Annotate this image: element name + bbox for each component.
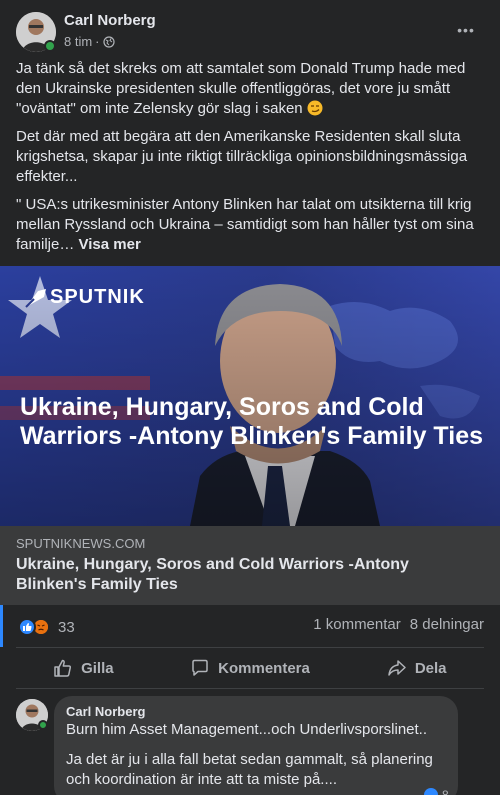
like-button[interactable]: Gilla bbox=[0, 648, 167, 688]
reaction-count: 33 bbox=[58, 618, 75, 636]
link-title[interactable]: Ukraine, Hungary, Soros and Cold Warrior… bbox=[16, 555, 476, 595]
engagement-counts: 1 kommentar 8 delningar bbox=[313, 616, 484, 633]
comment-reaction-count: 8 bbox=[442, 788, 449, 795]
divider bbox=[16, 688, 484, 689]
emoji-smirk-icon bbox=[307, 100, 323, 116]
link-domain: SPUTNIKNEWS.COM bbox=[16, 536, 146, 551]
comment-bubble: Carl Norberg Burn him Asset Management..… bbox=[54, 696, 458, 795]
post-time[interactable]: 8 tim bbox=[64, 34, 92, 49]
link-preview-footer[interactable]: SPUTNIKNEWS.COM Ukraine, Hungary, Soros … bbox=[0, 526, 500, 605]
post-body: Ja tänk så det skreks om att samtalet so… bbox=[16, 59, 486, 263]
post-paragraph: Det där med att begära att den Amerikans… bbox=[16, 128, 468, 185]
globe-icon bbox=[102, 35, 115, 48]
comment-line: Burn him Asset Management...och Underliv… bbox=[66, 721, 428, 738]
comment-line: Ja det är ju i alla fall betat sedan gam… bbox=[66, 751, 433, 788]
sputnik-logo-icon: SPUTNIK bbox=[24, 286, 145, 309]
post-meta: 8 tim · bbox=[64, 34, 115, 49]
comment-label: Kommentera bbox=[218, 659, 310, 677]
shares-count-link[interactable]: 8 delningar bbox=[410, 616, 484, 633]
more-options-button[interactable]: ••• bbox=[452, 16, 480, 44]
share-label: Dela bbox=[414, 659, 447, 677]
online-status-dot bbox=[44, 40, 56, 52]
comment-icon bbox=[192, 659, 208, 676]
share-button[interactable]: Dela bbox=[333, 648, 500, 688]
like-icon bbox=[18, 618, 36, 636]
post-actions: Gilla Kommentera Dela bbox=[0, 648, 500, 688]
comments-count-link[interactable]: 1 kommentar bbox=[313, 616, 401, 633]
author-name[interactable]: Carl Norberg bbox=[64, 12, 156, 29]
commenter-name[interactable]: Carl Norberg bbox=[66, 704, 446, 720]
like-icon bbox=[424, 788, 438, 795]
sputnik-logo-text: SPUTNIK bbox=[50, 286, 145, 308]
see-more-link[interactable]: Visa mer bbox=[79, 236, 141, 253]
focus-accent bbox=[0, 605, 3, 647]
comment-button[interactable]: Kommentera bbox=[167, 648, 334, 688]
online-status-dot bbox=[38, 720, 48, 730]
more-icon: ••• bbox=[457, 22, 475, 38]
comment-reactions[interactable]: 8 bbox=[424, 788, 449, 795]
share-icon bbox=[388, 660, 406, 676]
meta-separator: · bbox=[95, 34, 100, 49]
post-header: Carl Norberg 8 tim · ••• bbox=[0, 0, 500, 56]
like-label: Gilla bbox=[81, 659, 114, 677]
thumbs-up-icon bbox=[54, 659, 72, 677]
post-stats: 33 1 kommentar 8 delningar bbox=[0, 605, 500, 647]
post-paragraph: " USA:s utrikesminister Antony Blinken h… bbox=[16, 196, 474, 253]
comment-text: Burn him Asset Management...och Underliv… bbox=[66, 720, 446, 790]
image-headline: Ukraine, Hungary, Soros and Cold Warrior… bbox=[20, 393, 484, 450]
reactions-summary[interactable]: 33 bbox=[18, 618, 75, 636]
post-paragraph: Ja tänk så det skreks om att samtalet so… bbox=[16, 60, 466, 117]
